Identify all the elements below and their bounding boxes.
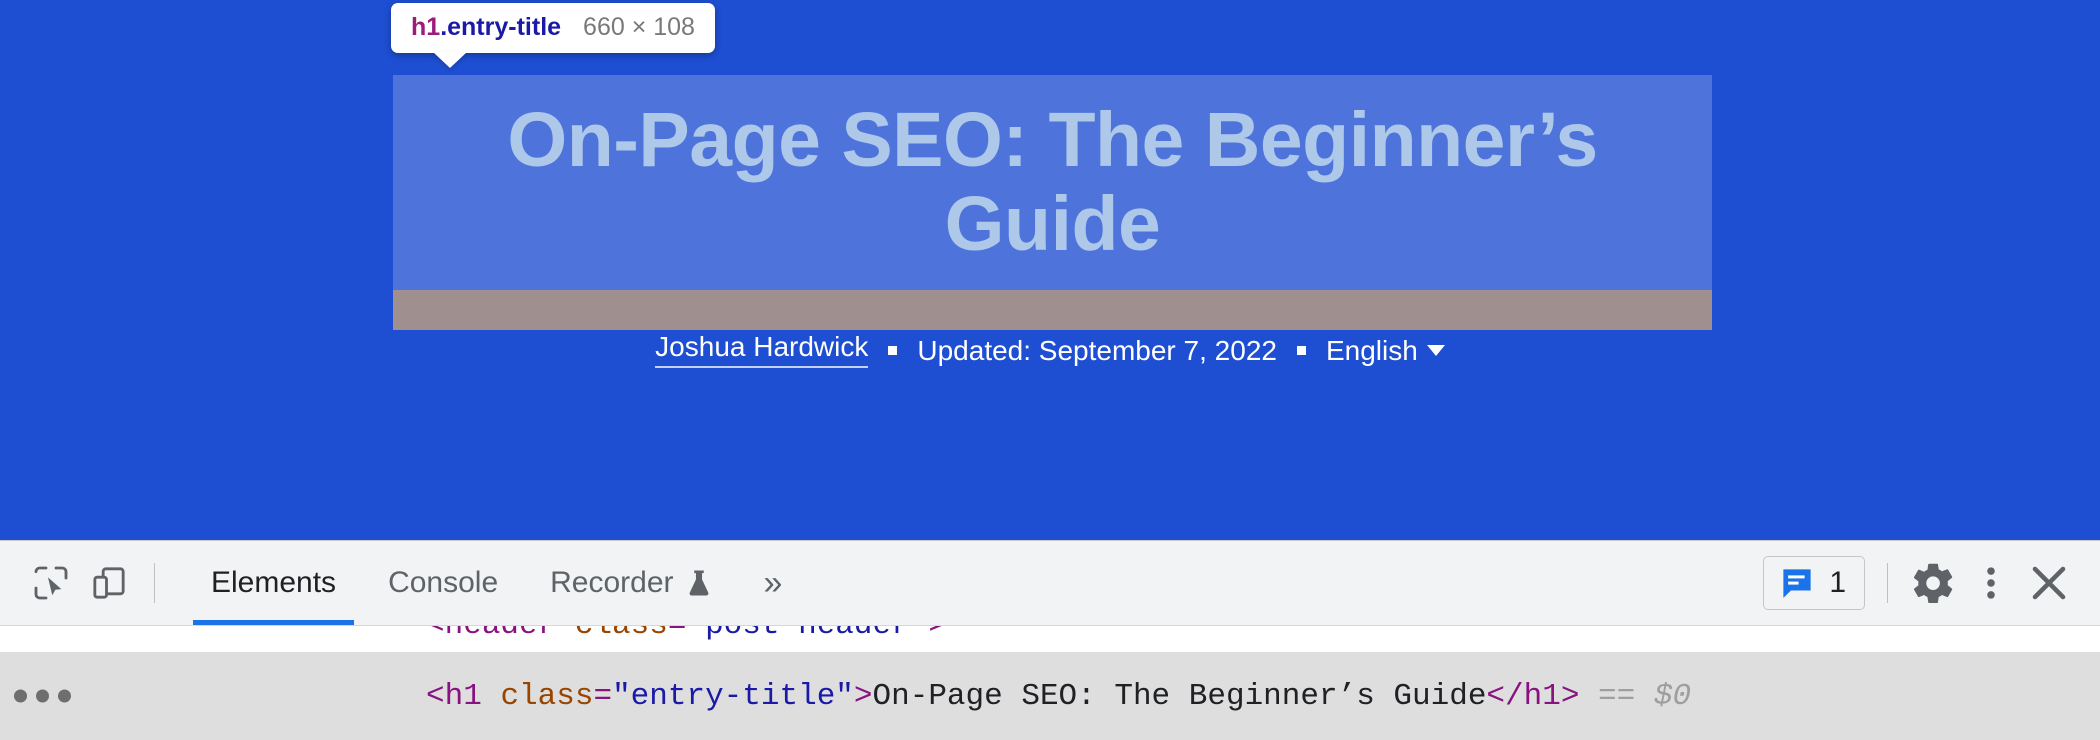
dom-tag-name: h1 [444, 678, 482, 714]
dom-dollar-reference: $0 [1653, 678, 1692, 714]
dom-punct: < [426, 678, 445, 714]
inspector-tooltip: h1.entry-title 660 × 108 [391, 3, 715, 68]
dom-punct-close: > [853, 678, 873, 714]
issues-count: 1 [1829, 566, 1846, 599]
toggle-device-toolbar-button[interactable] [80, 554, 138, 612]
inspector-tooltip-arrow [433, 51, 467, 68]
chevron-down-icon [1426, 345, 1445, 356]
dom-line-code: <h1 class="entry-title">On-Page SEO: The… [0, 679, 1691, 714]
byline-author-link[interactable]: Joshua Hardwick [655, 333, 869, 368]
dom-equals: = [593, 678, 613, 714]
more-tabs-button[interactable]: » [738, 541, 809, 625]
devtools-panel: Elements Console Recorder » 1 <h1 class=… [0, 540, 2100, 740]
dom-space [482, 679, 501, 714]
tab-recorder-label: Recorder [550, 566, 674, 599]
language-label: English [1325, 334, 1418, 366]
inspector-tooltip-dimensions: 660 × 108 [583, 13, 695, 41]
devtools-highlight-margin-box [393, 290, 1712, 330]
dom-attr-name: class [500, 678, 594, 714]
dom-attr-value: "entry-title" [612, 678, 854, 714]
dom-line-header[interactable]: <header class="post-header"> [0, 626, 2100, 649]
tab-console[interactable]: Console [362, 541, 524, 625]
dom-tree: <header class="post-header"> <h1 class="… [0, 626, 2100, 740]
page-viewport: On-Page SEO: The Beginner’s Guide Joshua… [0, 0, 2100, 540]
inspector-tooltip-selector: h1.entry-title [411, 13, 561, 42]
dom-attr-value: "post-header" [686, 626, 928, 643]
issues-button[interactable]: 1 [1763, 556, 1865, 610]
close-icon [2032, 566, 2066, 600]
flask-icon [689, 570, 708, 596]
toolbar-divider-right [1887, 563, 1888, 603]
tab-elements-label: Elements [211, 566, 337, 599]
dom-line-h1-selected[interactable]: <h1 class="entry-title">On-Page SEO: The… [0, 652, 2100, 740]
byline-separator-icon [1296, 346, 1306, 355]
screenshot-root: On-Page SEO: The Beginner’s Guide Joshua… [0, 0, 2100, 740]
device-toolbar-icon [93, 567, 125, 599]
devtools-toolbar: Elements Console Recorder » 1 [0, 541, 2100, 626]
post-byline: Joshua Hardwick Updated: September 7, 20… [0, 333, 2100, 368]
tab-elements[interactable]: Elements [185, 541, 362, 625]
dom-equals-marker: == [1598, 678, 1636, 714]
dom-text-node: On-Page SEO: The Beginner’s Guide [872, 678, 1487, 714]
message-icon [1783, 569, 1811, 598]
dom-close-tag: </h1> [1486, 678, 1580, 714]
close-devtools-button[interactable] [2020, 554, 2078, 612]
inspect-element-button[interactable] [22, 554, 80, 612]
customize-menu-button[interactable] [1962, 554, 2020, 612]
dom-attr-name: class [575, 626, 668, 643]
devtools-tab-bar: Elements Console Recorder » [185, 541, 808, 625]
tab-console-label: Console [388, 566, 499, 599]
toolbar-divider [154, 563, 155, 603]
byline-updated-date: Updated: September 7, 2022 [917, 334, 1277, 366]
dom-punct-close: > [928, 626, 947, 643]
gear-icon [1913, 563, 1953, 603]
page-title: On-Page SEO: The Beginner’s Guide [507, 97, 1598, 267]
byline-separator-icon [888, 346, 898, 355]
tab-recorder[interactable]: Recorder [524, 541, 737, 625]
inspect-cursor-icon [34, 566, 68, 600]
dom-expand-ellipsis-icon[interactable] [14, 689, 71, 703]
settings-button[interactable] [1904, 554, 1962, 612]
dom-equals: = [668, 626, 687, 643]
inspector-tooltip-tag: h1 [411, 13, 441, 41]
dom-punct: < [426, 626, 445, 643]
devtools-toolbar-right: 1 [1763, 554, 2078, 612]
inspector-tooltip-class: .entry-title [440, 13, 562, 41]
language-selector[interactable]: English [1325, 334, 1445, 366]
kebab-menu-icon [1987, 567, 1995, 599]
dom-space [556, 626, 575, 643]
dom-tag-name: header [445, 626, 557, 643]
